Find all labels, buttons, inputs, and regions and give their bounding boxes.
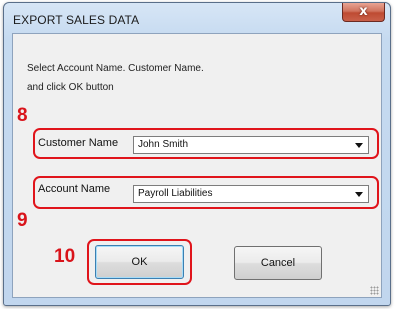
chevron-down-icon xyxy=(355,143,363,148)
account-name-dropdown[interactable]: Payroll Liabilities xyxy=(133,185,369,203)
window-title: EXPORT SALES DATA xyxy=(13,13,140,27)
chevron-down-icon xyxy=(355,192,363,197)
customer-name-label: Customer Name xyxy=(38,137,119,149)
dialog-body: Select Account Name. Customer Name. and … xyxy=(12,33,382,298)
close-button[interactable]: x xyxy=(342,3,385,22)
step-9-annotation: 9 xyxy=(17,210,28,231)
account-name-value: Payroll Liabilities xyxy=(138,188,213,199)
step-8-annotation: 8 xyxy=(17,105,28,126)
ok-button[interactable]: OK xyxy=(95,245,184,279)
close-icon: x xyxy=(359,4,368,19)
customer-name-dropdown[interactable]: John Smith xyxy=(133,136,369,154)
instruction-line-2: and click OK button xyxy=(27,82,114,93)
resize-grip[interactable] xyxy=(370,286,379,295)
instruction-line-1: Select Account Name. Customer Name. xyxy=(27,63,204,74)
step-10-annotation: 10 xyxy=(54,246,76,267)
dialog-window: EXPORT SALES DATA x Select Account Name.… xyxy=(3,2,391,306)
cancel-button[interactable]: Cancel xyxy=(234,246,322,280)
account-name-label: Account Name xyxy=(38,183,111,195)
customer-name-value: John Smith xyxy=(138,139,189,150)
